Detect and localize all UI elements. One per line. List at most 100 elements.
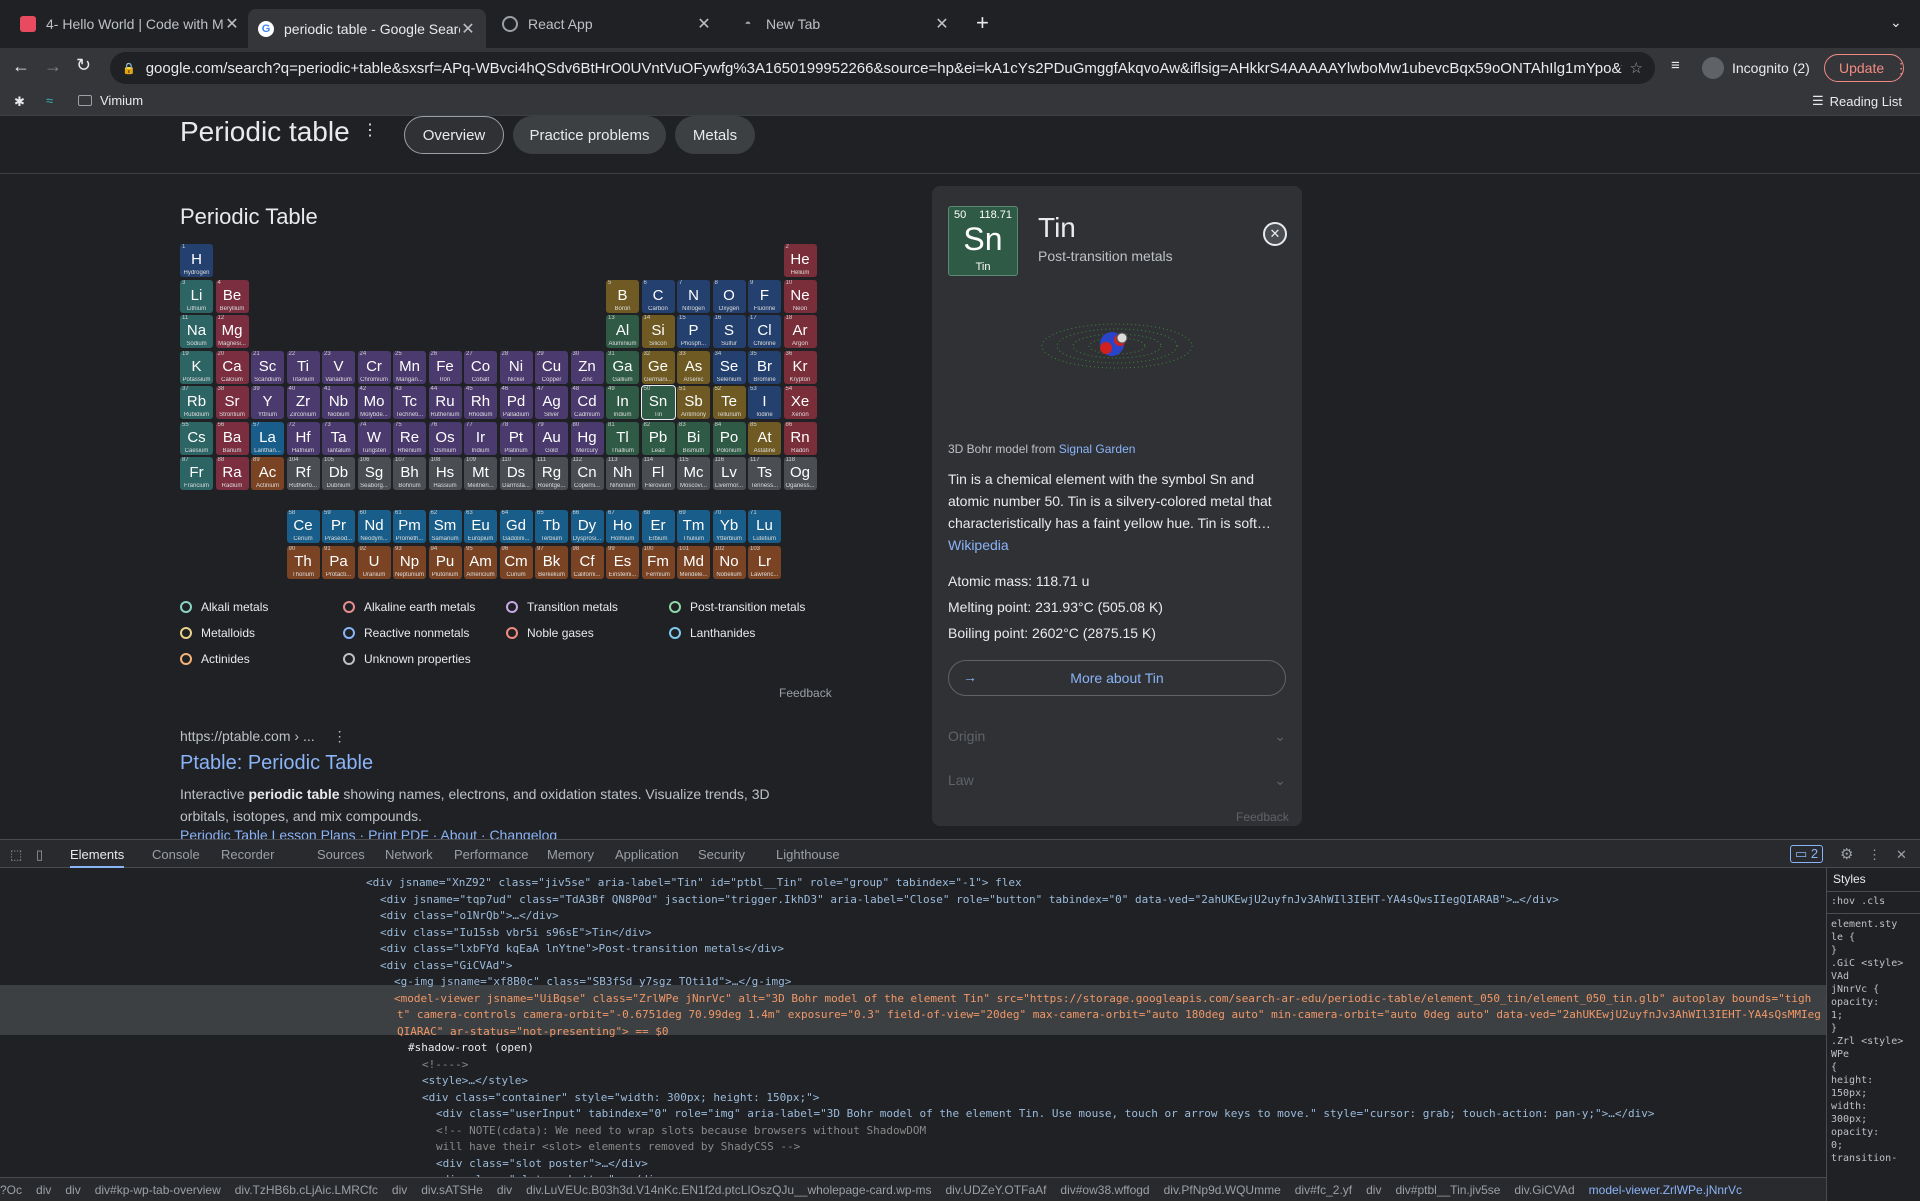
element-tile-lv[interactable]: 116 Lv Livermor... <box>712 457 746 490</box>
element-tile-rh[interactable]: 45 Rh Rhodium <box>464 386 497 419</box>
element-tile-gd[interactable]: 64 Gd Gadolini... <box>499 510 533 544</box>
result-breadcrumb[interactable]: https://ptable.com › ... ⋮ <box>180 728 347 745</box>
element-tile-mn[interactable]: 25 Mn Mangan... <box>393 350 426 384</box>
dom-node-line[interactable]: <!----> <box>422 1057 468 1074</box>
card-feedback-link[interactable]: Feedback <box>1236 810 1289 824</box>
dom-node-line[interactable]: <g-img jsname="xf8B0c" class="SB3fSd y7s… <box>394 974 791 991</box>
element-tile-at[interactable]: 85 At Astatine <box>748 421 781 455</box>
dom-breadcrumb-item[interactable]: div <box>497 1183 512 1197</box>
close-tab-icon[interactable]: ✕ <box>934 14 950 34</box>
signal-garden-link[interactable]: Signal Garden <box>1059 442 1136 456</box>
devtools-tab-lighthouse[interactable]: Lighthouse <box>776 847 840 862</box>
dom-breadcrumb-item[interactable]: div.TzHB6b.cLjAic.LMRCfc <box>235 1183 378 1197</box>
styles-filter-bar[interactable]: :hov .cls <box>1827 892 1920 914</box>
element-tile-mg[interactable]: 12 Mg Magnesi... <box>215 315 249 348</box>
element-tile-cr[interactable]: 24 Cr Chromium <box>357 350 391 384</box>
tab-search-chevron-icon[interactable]: ⌄ <box>1890 14 1902 31</box>
element-tile-yb[interactable]: 70 Yb Ytterbium <box>712 510 746 544</box>
close-tab-icon[interactable]: ✕ <box>224 14 240 34</box>
element-tile-sg[interactable]: 106 Sg Seaborg... <box>357 457 391 490</box>
result-sitelinks[interactable]: Periodic Table Lesson Plans · Print PDF … <box>180 827 557 839</box>
result-more-icon[interactable]: ⋮ <box>333 728 347 744</box>
element-tile-cn[interactable]: 112 Cn Coperni... <box>570 457 604 490</box>
element-tile-br[interactable]: 35 Br Bromine <box>748 350 781 384</box>
element-tile-fe[interactable]: 26 Fe Iron <box>428 350 462 384</box>
element-tile-fl[interactable]: 114 Fl Flerovium <box>641 457 675 490</box>
element-tile-li[interactable]: 3 Li Lithium <box>180 279 213 313</box>
dom-breadcrumb-item[interactable]: div#fc_2.yf <box>1295 1183 1352 1197</box>
element-tile-cf[interactable]: 98 Cf Californi... <box>570 545 604 579</box>
dom-node-line[interactable]: <!-- NOTE(cdata): We need to wrap slots … <box>436 1123 926 1140</box>
element-tile-ga[interactable]: 31 Ga Gallium <box>606 350 639 384</box>
element-tile-n[interactable]: 7 N Nitrogen <box>677 279 710 313</box>
feedback-link[interactable]: Feedback <box>779 686 832 700</box>
dom-breadcrumb-item[interactable]: ?Oc <box>0 1183 22 1197</box>
reload-icon[interactable]: ↻ <box>76 55 91 76</box>
element-tile-db[interactable]: 105 Db Dubnium <box>322 457 355 490</box>
element-tile-pd[interactable]: 46 Pd Palladium <box>499 386 533 419</box>
devtools-tab-performance[interactable]: Performance <box>454 847 528 862</box>
dom-breadcrumb-item[interactable]: div.GiCVAd <box>1514 1183 1574 1197</box>
element-tile-hg[interactable]: 80 Hg Mercury <box>570 421 604 455</box>
element-tile-am[interactable]: 95 Am Americium <box>464 545 497 579</box>
element-tile-md[interactable]: 101 Md Mendele... <box>677 545 710 579</box>
cls-toggle[interactable]: .cls <box>1861 896 1885 907</box>
element-tile-ne[interactable]: 10 Ne Neon <box>783 279 817 313</box>
slack-icon[interactable]: ✱ <box>14 94 28 109</box>
settings-gear-icon[interactable]: ⚙ <box>1840 845 1853 863</box>
element-tile-pr[interactable]: 59 Pr Praseod... <box>322 510 355 544</box>
element-tile-ac[interactable]: 89 Ac Actinium <box>251 457 284 490</box>
close-devtools-icon[interactable]: ✕ <box>1896 847 1907 863</box>
chip-overview[interactable]: Overview <box>404 116 504 154</box>
dom-node-line[interactable]: <div class="o1NrQb">…</div> <box>380 908 559 925</box>
forward-icon[interactable]: → <box>44 56 62 77</box>
dom-node-line[interactable]: <div class="userInput" tabindex="0" role… <box>436 1106 1655 1123</box>
element-tile-pt[interactable]: 78 Pt Platinum <box>499 421 533 455</box>
element-tile-bh[interactable]: 107 Bh Bohrium <box>393 457 426 490</box>
devtools-tab-security[interactable]: Security <box>698 847 745 862</box>
element-tile-o[interactable]: 8 O Oxygen <box>712 279 746 313</box>
element-tile-rb[interactable]: 37 Rb Rubidium <box>180 386 213 419</box>
dom-breadcrumb-item[interactable]: div.UDZeY.OTFaAf <box>946 1183 1047 1197</box>
dom-breadcrumb-item[interactable]: div#ptbl__Tin.jiv5se <box>1395 1183 1500 1197</box>
element-tile-mo[interactable]: 42 Mo Molybde... <box>357 386 391 419</box>
dom-breadcrumb-item[interactable]: div <box>392 1183 407 1197</box>
element-tile-i[interactable]: 53 I Iodine <box>748 386 781 419</box>
origin-row[interactable]: Origin ⌄ <box>948 728 1286 745</box>
devtools-tab-recorder[interactable]: Recorder <box>221 847 274 862</box>
element-tile-sm[interactable]: 62 Sm Samarium <box>428 510 462 544</box>
chip-practice-problems[interactable]: Practice problems <box>513 116 666 154</box>
element-tile-sb[interactable]: 51 Sb Antimony <box>677 386 710 419</box>
element-tile-ar[interactable]: 18 Ar Argon <box>783 315 817 348</box>
legend-item[interactable]: Noble gases <box>506 626 594 640</box>
element-tile-bi[interactable]: 83 Bi Bismuth <box>677 421 710 455</box>
legend-item[interactable]: Unknown properties <box>343 652 471 666</box>
element-tile-co[interactable]: 27 Co Cobalt <box>464 350 497 384</box>
legend-item[interactable]: Transition metals <box>506 600 618 614</box>
styles-tab[interactable]: Styles <box>1827 868 1920 892</box>
more-about-tin-button[interactable]: → More about Tin <box>948 660 1286 696</box>
dom-node-line[interactable]: t" camera-controls camera-orbit="-0.6751… <box>397 1007 1821 1024</box>
dom-node-line[interactable]: <style>…</style> <box>422 1073 528 1090</box>
dom-node-line[interactable]: #shadow-root (open) <box>408 1040 534 1057</box>
element-tile-fm[interactable]: 100 Fm Fermium <box>641 545 675 579</box>
element-tile-ho[interactable]: 67 Ho Holmium <box>606 510 639 544</box>
new-tab-icon[interactable]: + <box>976 10 989 36</box>
element-tile-f[interactable]: 9 F Fluorine <box>748 279 781 313</box>
url-text[interactable]: google.com/search?q=periodic+table&sxsrf… <box>146 60 1622 77</box>
element-tile-nb[interactable]: 41 Nb Niobium <box>322 386 355 419</box>
more-options-icon[interactable]: ⋮ <box>362 120 378 140</box>
element-tile-se[interactable]: 34 Se Selenium <box>712 350 746 384</box>
chip-metals[interactable]: Metals <box>675 116 755 154</box>
element-tile-tb[interactable]: 65 Tb Terbium <box>535 510 568 544</box>
element-tile-np[interactable]: 93 Np Neptunium <box>393 545 426 579</box>
element-tile-tm[interactable]: 69 Tm Thulium <box>677 510 710 544</box>
browser-tab-codewithmosh[interactable]: 4- Hello World | Code with Mo ✕ <box>10 8 250 40</box>
element-tile-rg[interactable]: 111 Rg Roentge... <box>535 457 568 490</box>
element-tile-in[interactable]: 49 In Indium <box>606 386 639 419</box>
element-tile-k[interactable]: 19 K Potassium <box>180 350 213 384</box>
element-tile-v[interactable]: 23 V Vanadium <box>322 350 355 384</box>
close-tab-icon[interactable]: ✕ <box>460 19 476 39</box>
reading-list-button[interactable]: ☰ Reading List <box>1812 93 1902 109</box>
dom-breadcrumb-item[interactable]: model-viewer.ZrlWPe.jNnrVc <box>1589 1183 1742 1197</box>
